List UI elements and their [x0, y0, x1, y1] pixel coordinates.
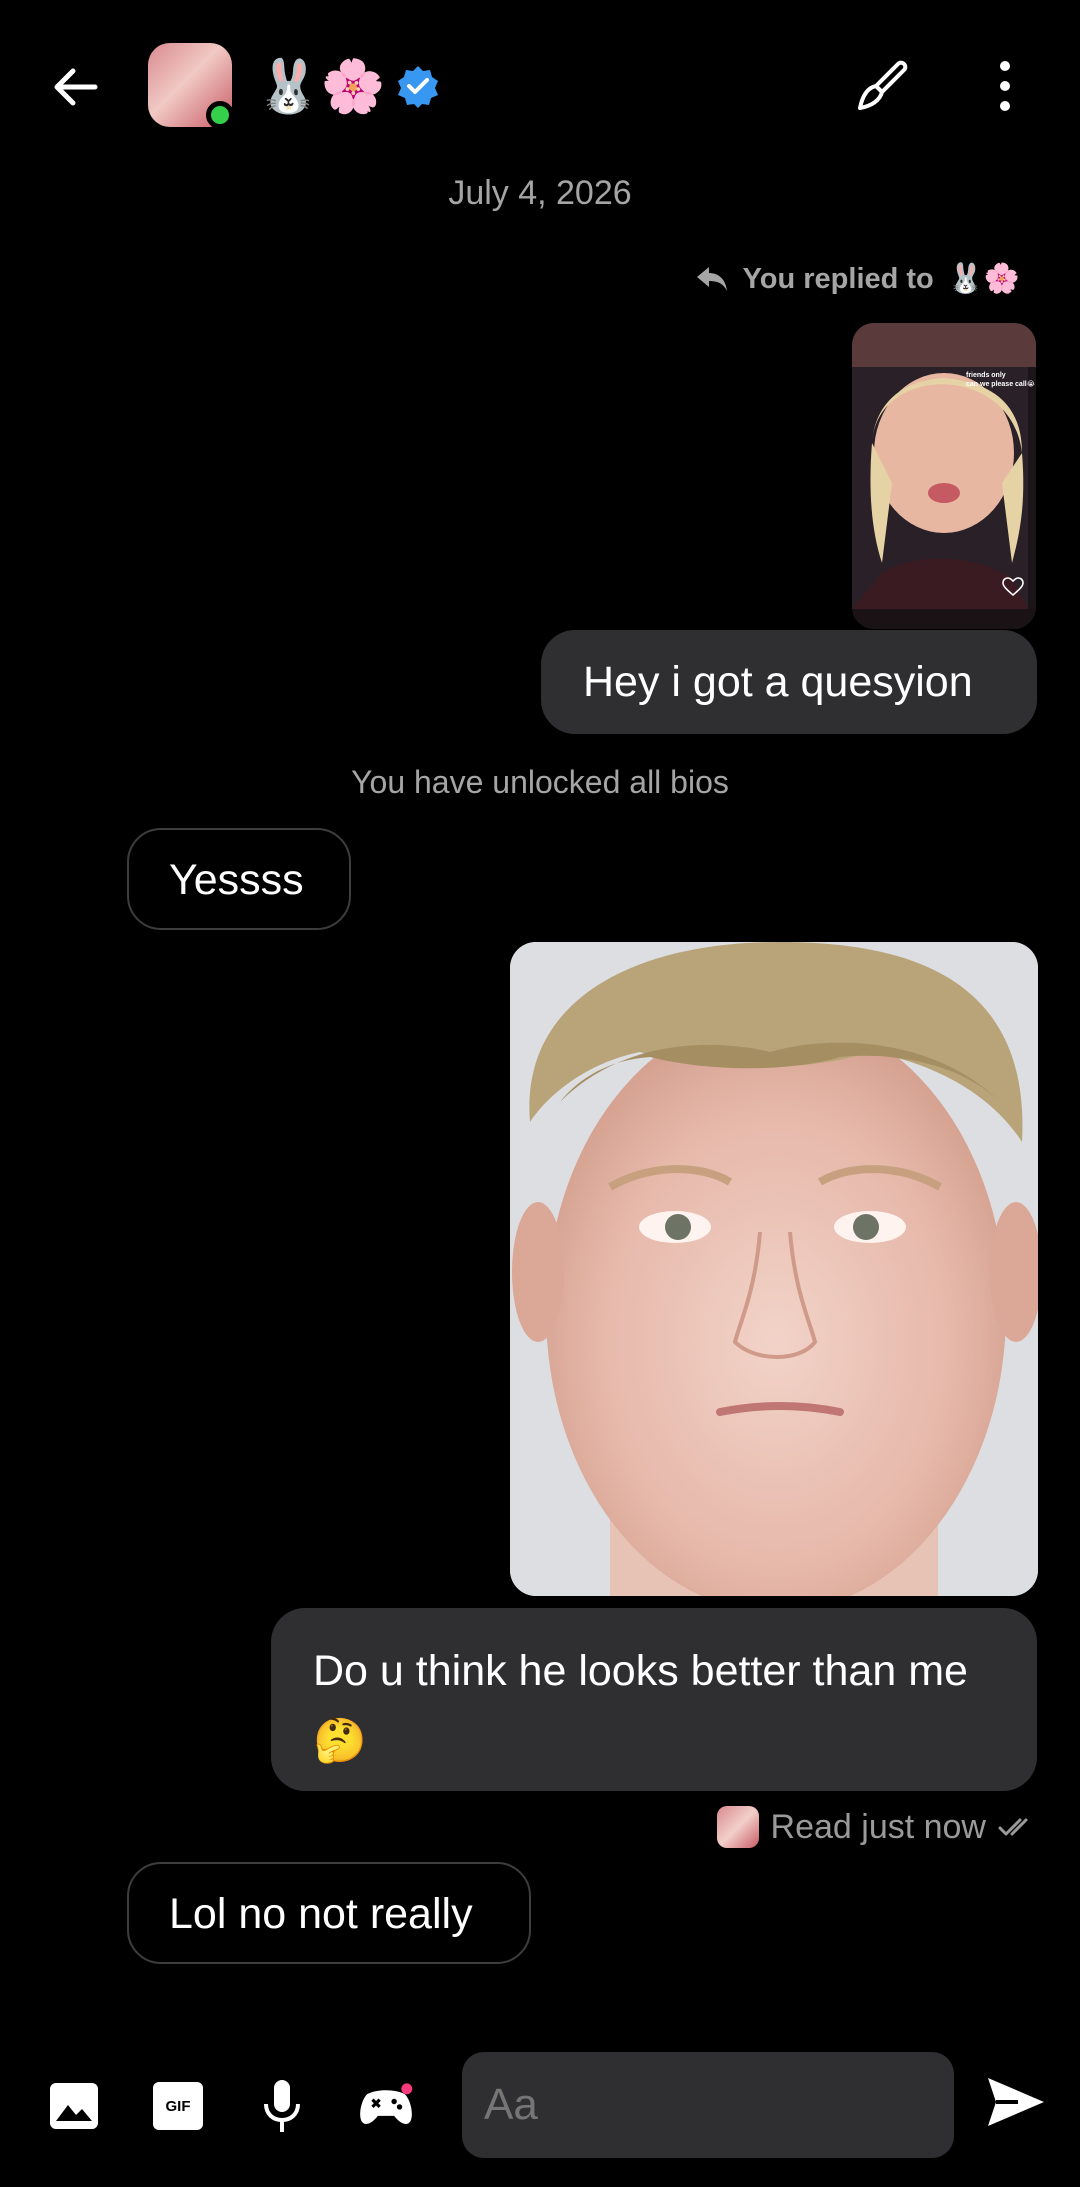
message-composer: GIF	[0, 2040, 1080, 2170]
send-icon[interactable]	[984, 2074, 1054, 2136]
message-bubble-outgoing[interactable]: Hey i got a quesyion	[541, 630, 1037, 734]
reply-indicator: You replied to 🐰🌸	[695, 262, 1020, 296]
system-notice: You have unlocked all bios	[351, 764, 729, 800]
theme-brush-icon[interactable]	[852, 56, 912, 116]
story-overlay-text: friends only can we please call😭	[966, 372, 1035, 388]
double-check-icon	[998, 1818, 1028, 1836]
online-status-dot	[206, 101, 234, 129]
message-input[interactable]	[462, 2052, 954, 2158]
microphone-icon[interactable]	[254, 2078, 310, 2134]
message-bubble-incoming[interactable]: Lol no not really	[127, 1862, 531, 1964]
sent-photo[interactable]	[510, 942, 1038, 1596]
replied-story-thumbnail[interactable]: friends only can we please call😭	[852, 323, 1036, 629]
read-receipt: Read just now	[716, 1806, 1036, 1848]
gallery-icon[interactable]	[46, 2078, 102, 2134]
story-heart-icon	[1002, 577, 1024, 597]
reply-label: You replied to	[742, 262, 934, 295]
read-receipt-avatar	[716, 1806, 759, 1848]
chat-header: 🐰🌸	[0, 0, 1080, 170]
verified-badge-icon	[397, 66, 438, 108]
contact-name-emoji: 🐰🌸	[256, 57, 386, 116]
contact-name[interactable]: 🐰🌸	[256, 56, 440, 116]
message-bubble-incoming[interactable]: Yessss	[127, 828, 351, 930]
back-arrow-icon[interactable]	[44, 56, 106, 118]
reply-target-emoji: 🐰🌸	[947, 263, 1020, 295]
reply-arrow-icon	[696, 267, 727, 291]
message-bubble-outgoing[interactable]: Do u think he looks better than me 🤔	[271, 1608, 1037, 1791]
game-controller-icon[interactable]	[358, 2078, 414, 2134]
more-options-icon[interactable]	[990, 56, 1020, 116]
read-status-text: Read just now	[770, 1807, 986, 1846]
date-separator: July 4, 2026	[448, 174, 632, 212]
gif-button[interactable]: GIF	[150, 2078, 206, 2134]
